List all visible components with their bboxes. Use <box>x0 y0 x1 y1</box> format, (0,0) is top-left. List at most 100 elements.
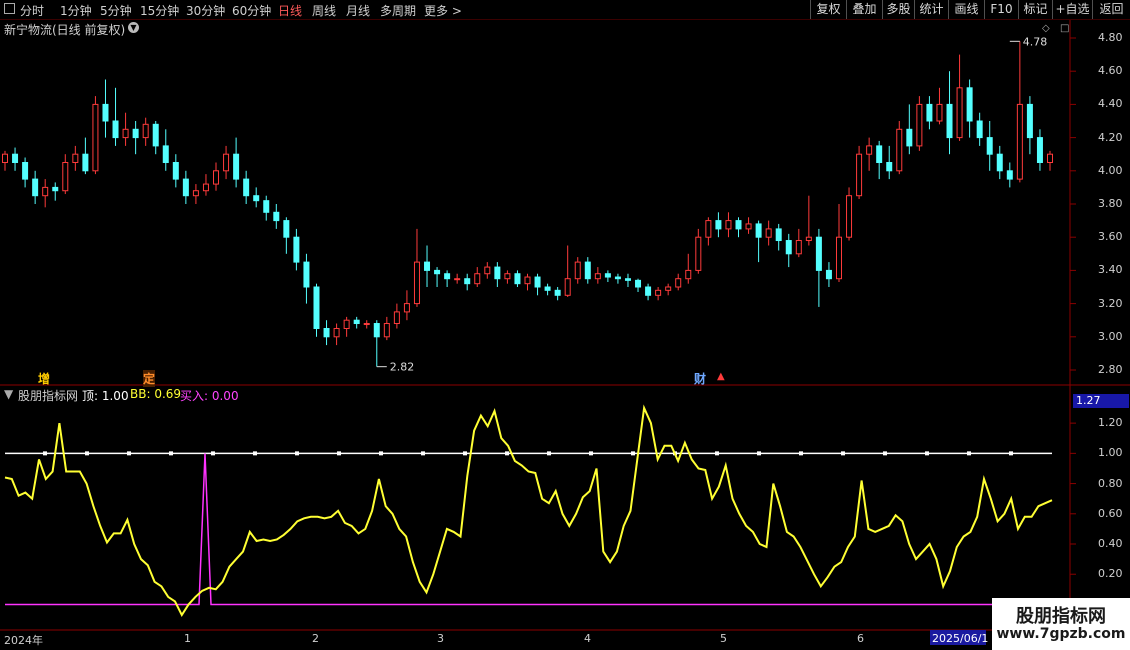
candle-down <box>172 162 179 180</box>
candle-down <box>424 261 431 271</box>
candle-down <box>614 276 621 280</box>
date-label: 4 <box>584 632 591 645</box>
candle-down <box>373 323 380 338</box>
candle-down <box>584 261 591 280</box>
date-label: 2 <box>312 632 319 645</box>
indicator-tick-label: 0.80 <box>1098 476 1123 490</box>
candle-up <box>896 128 903 172</box>
candle-up <box>916 103 923 147</box>
candle-up <box>574 261 581 280</box>
top-line-dot <box>211 451 215 456</box>
candle-up <box>856 153 863 197</box>
candle-down <box>273 211 280 222</box>
marker-zeng[interactable]: 增 <box>38 370 50 387</box>
price-tick-label: 3.40 <box>1098 263 1123 277</box>
top-line-dot <box>505 451 509 456</box>
indicator-tick-label: 0.20 <box>1098 567 1123 581</box>
candle-down <box>22 162 29 180</box>
candle-down <box>1006 170 1013 180</box>
marker-ding[interactable]: 定 <box>143 370 156 387</box>
price-tick-label: 3.00 <box>1098 329 1123 343</box>
price-annotations: 4.78 2.82 <box>376 35 1047 374</box>
price-tick-label: 4.00 <box>1098 163 1123 177</box>
candle-up <box>383 323 390 338</box>
indicator-tick-label: 1.20 <box>1098 416 1123 430</box>
top-line-dot <box>715 451 719 456</box>
indicator-name[interactable]: 股朋指标网 <box>18 387 78 404</box>
candle-down <box>544 286 551 291</box>
top-line-dot <box>799 451 803 456</box>
candle-down <box>444 273 451 280</box>
candle-down <box>645 286 652 296</box>
candle-up <box>2 153 8 163</box>
top-line-dot <box>379 451 383 456</box>
candle-up <box>92 103 99 172</box>
indicator-tick-label: 1.00 <box>1098 446 1123 460</box>
candle-down <box>303 261 310 288</box>
candle-down <box>775 228 782 242</box>
candle-down <box>735 220 742 230</box>
candle-up <box>202 183 209 192</box>
candle-down <box>906 128 913 147</box>
top-line-dot <box>169 451 173 456</box>
candle-up <box>484 266 491 275</box>
candle-down <box>825 269 832 280</box>
candle-down <box>313 286 320 329</box>
candle-up <box>725 220 732 230</box>
candle-down <box>52 186 59 192</box>
indicator-tick-label: 0.60 <box>1098 506 1123 520</box>
indicator-chevron-icon[interactable]: ▼ <box>4 387 13 401</box>
candle-down <box>996 153 1003 172</box>
candle-up <box>745 223 752 230</box>
candle-up <box>936 103 943 122</box>
bb-line <box>4 404 1053 618</box>
candle-down <box>102 103 109 122</box>
candle-up <box>524 276 531 285</box>
candle-down <box>604 273 611 278</box>
top-line-dot <box>463 451 467 456</box>
candle-up <box>956 87 963 139</box>
low-price-label: 2.82 <box>390 361 415 374</box>
candle-down <box>182 178 189 197</box>
indicator-bb-value: BB: 0.69 <box>130 387 182 401</box>
candle-down <box>152 123 159 147</box>
chart-canvas: 4.78 2.82 <box>0 20 1130 631</box>
candle-up <box>835 236 842 280</box>
date-label: 1 <box>184 632 191 645</box>
indicator-tick-label: 0.40 <box>1098 537 1123 550</box>
candle-down <box>32 178 39 197</box>
candle-down <box>12 153 19 163</box>
candle-down <box>263 200 270 213</box>
price-tick-label: 4.80 <box>1098 31 1123 44</box>
candle-down <box>293 236 300 263</box>
top-line-dot <box>547 451 551 456</box>
candle-up <box>213 170 220 185</box>
candle-up <box>795 240 802 255</box>
indicator-buy-value: 买入: 0.00 <box>180 389 239 403</box>
date-label-current: 2025/06/1 <box>932 632 989 645</box>
top-line-dot <box>127 451 131 456</box>
candle-up <box>695 236 702 271</box>
candle-up <box>403 303 410 313</box>
price-tick-label: 3.20 <box>1098 296 1123 310</box>
buy-line <box>5 453 1052 606</box>
candle-up <box>192 190 199 197</box>
candle-up <box>685 269 692 280</box>
candle-down <box>253 195 260 202</box>
candle-up <box>363 323 370 326</box>
candle-down <box>353 319 360 325</box>
candle-up <box>223 153 230 172</box>
top-line-dot <box>421 451 425 456</box>
candle-down <box>966 87 973 122</box>
candle-down <box>876 145 883 163</box>
marker-cai[interactable]: 财 <box>694 370 706 387</box>
date-label: 3 <box>437 632 444 645</box>
price-tick-label: 3.80 <box>1098 197 1123 210</box>
top-line-dot <box>883 451 887 456</box>
candle-down <box>82 153 89 172</box>
up-arrow-icon: ▲ <box>717 371 725 382</box>
date-label: 2024年 <box>4 634 43 647</box>
price-tick-label: 4.60 <box>1098 64 1123 78</box>
candle-up <box>1047 153 1053 163</box>
candle-up <box>655 289 662 296</box>
